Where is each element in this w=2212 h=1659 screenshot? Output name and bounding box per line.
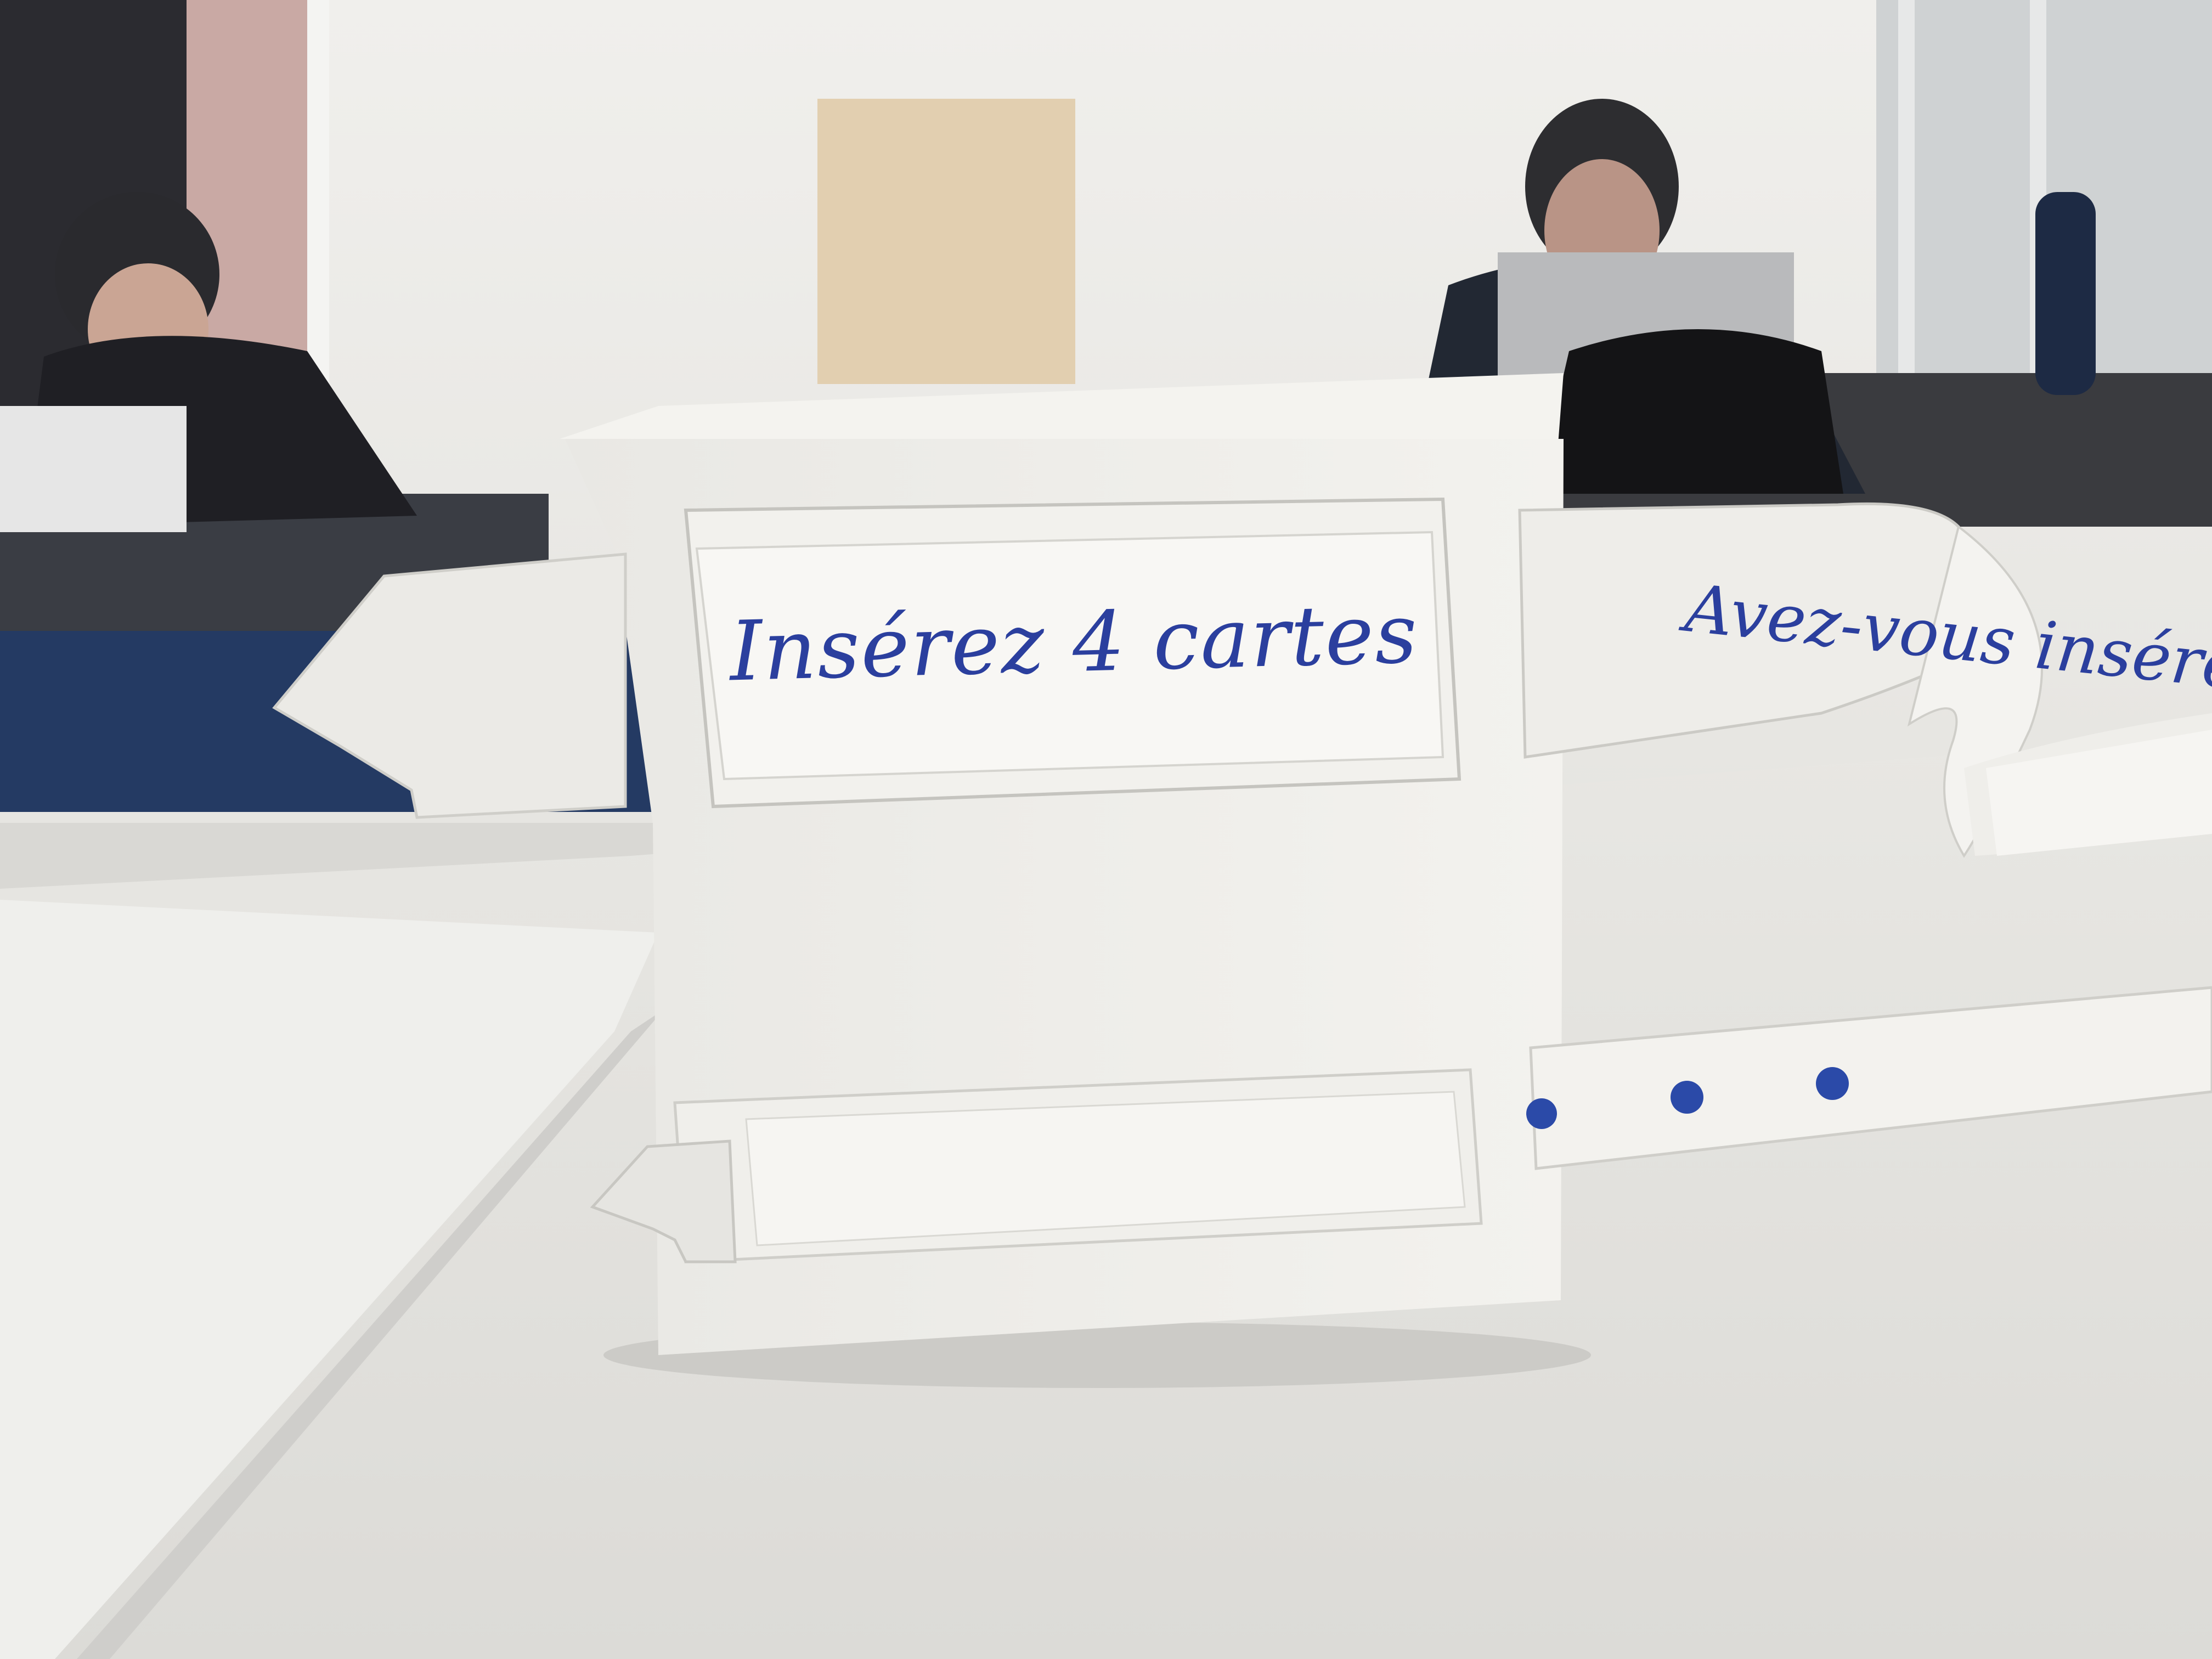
progress-dot [1526,1098,1557,1129]
progress-dot [1671,1081,1703,1114]
wooden-board [817,99,1075,384]
progress-dot [1816,1067,1849,1100]
screen-instruction-text: Insérez 4 cartes [728,586,1420,700]
background-illustration [0,0,2212,1659]
laptop-left [0,406,187,532]
bottle [2035,192,2096,395]
photo-scene: Insérez 4 cartes Avez-vous inséré [0,0,2212,1659]
